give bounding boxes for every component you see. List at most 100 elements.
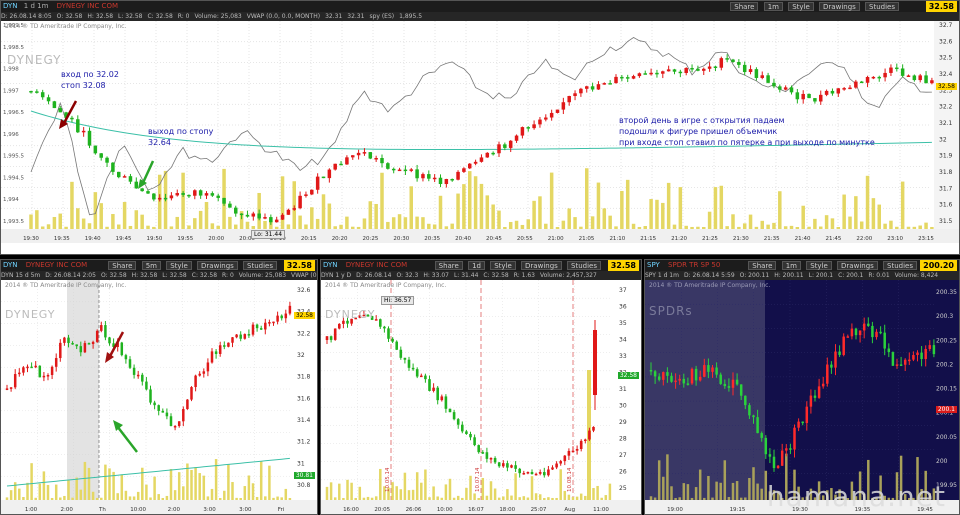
candle-body — [649, 370, 653, 372]
candle-body — [653, 371, 657, 377]
volume-bar — [684, 225, 688, 229]
p2-share-button[interactable]: Share — [434, 261, 463, 270]
event-date-label: 10.07.14 — [475, 467, 481, 492]
volume-bar — [538, 494, 542, 500]
time-tick-label: 21:40 — [795, 236, 811, 242]
p2-symbol[interactable]: DYN — [323, 260, 338, 271]
candle-body — [409, 169, 413, 171]
candle-body — [485, 152, 490, 158]
price-tick-label: 200.05 — [936, 434, 957, 441]
candle-body — [440, 396, 444, 401]
volume-bar — [64, 226, 68, 229]
volume-bar — [508, 221, 513, 229]
volume-bar — [465, 487, 468, 500]
candle-body — [538, 119, 542, 125]
p3-watermark: SPDRs — [649, 304, 693, 318]
volume-bar — [783, 226, 788, 229]
volume-bar — [122, 201, 127, 229]
volume-bar — [579, 493, 583, 500]
info-field: O: 32.58 — [56, 13, 83, 20]
candle-body — [128, 359, 132, 368]
p1-interval-button[interactable]: 5m — [141, 261, 161, 270]
p2-interval-button[interactable]: 1d — [468, 261, 485, 270]
info-field: DYN 1 y D — [321, 272, 352, 279]
candle-body — [725, 58, 729, 60]
index-tick-label: 1,995.5 — [3, 154, 24, 160]
p3-drawings-button[interactable]: Drawings — [837, 261, 878, 270]
share-button[interactable]: Share — [730, 2, 759, 11]
p3-interval-button[interactable]: 1m — [781, 261, 801, 270]
candle-body — [920, 352, 923, 360]
main-toolbar: DYN 1 d 1m DYNEGY INC COM Share 1m Style… — [1, 1, 959, 12]
price-tick-label: 31 — [297, 460, 305, 467]
p1-share-button[interactable]: Share — [108, 261, 137, 270]
time-tick-label: Th — [98, 507, 106, 513]
time-tick-label: 18:00 — [499, 507, 515, 513]
volume-bar — [461, 497, 464, 500]
candle-body — [136, 374, 140, 377]
price-tick-label: 31.7 — [939, 185, 953, 192]
volume-bar — [602, 208, 607, 229]
candle-body — [900, 68, 905, 76]
volume-bar — [354, 497, 357, 500]
info-field: C: 32.58 — [483, 272, 509, 279]
candle-body — [817, 386, 821, 398]
style-button[interactable]: Style — [788, 2, 814, 11]
volume-bar — [35, 210, 39, 229]
volume-bar — [288, 497, 292, 500]
candle-body — [766, 75, 770, 83]
candle-body — [760, 75, 764, 78]
candle-body — [789, 87, 794, 93]
candle-body — [87, 130, 92, 146]
volume-bar — [286, 224, 291, 229]
candle-body — [544, 117, 548, 120]
p2-studies-button[interactable]: Studies — [567, 261, 601, 270]
info-field: H: 33.07 — [423, 272, 449, 279]
candle-body — [834, 351, 837, 368]
p1-green-tag: 30.81 — [293, 472, 315, 479]
candle-body — [503, 144, 507, 148]
volume-bar — [194, 467, 197, 500]
volume-bar — [91, 491, 95, 500]
p3-studies-button[interactable]: Studies — [883, 261, 917, 270]
p2-drawings-button[interactable]: Drawings — [521, 261, 562, 270]
p1-style-button[interactable]: Style — [166, 261, 192, 270]
volume-bar — [304, 224, 308, 229]
p3-style-button[interactable]: Style — [806, 261, 832, 270]
candle-body — [411, 367, 415, 370]
p1-studies-button[interactable]: Studies — [243, 261, 277, 270]
volume-bar — [403, 217, 408, 229]
volume-bar — [124, 490, 128, 500]
volume-bar — [339, 224, 343, 229]
volume-bar — [807, 226, 811, 229]
candle-body — [245, 214, 250, 217]
candle-body — [754, 69, 759, 78]
volume-bar — [216, 225, 220, 229]
interval-button[interactable]: 1m — [763, 2, 783, 11]
p1-symbol[interactable]: DYN — [3, 260, 18, 271]
candle-body — [228, 203, 232, 208]
time-tick-label: 19:15 — [730, 507, 746, 513]
volume-bar — [111, 214, 115, 229]
symbol-selector[interactable]: DYN — [3, 1, 18, 12]
p3-share-button[interactable]: Share — [748, 261, 777, 270]
price-tick-label: 25 — [619, 485, 627, 492]
volume-bar — [358, 486, 362, 500]
time-tick-label: 16:07 — [468, 507, 484, 513]
volume-bar — [924, 222, 928, 229]
candle-body — [678, 71, 683, 74]
p3-symbol[interactable]: SPY — [647, 260, 660, 271]
candle-body — [737, 61, 741, 65]
studies-button[interactable]: Studies — [865, 2, 899, 11]
price-tick-label: 31.8 — [939, 169, 953, 176]
volume-bar — [22, 496, 25, 500]
exit-note: выход по стопу 32.64 — [148, 126, 213, 148]
volume-bar — [567, 494, 571, 500]
p1-drawings-button[interactable]: Drawings — [197, 261, 238, 270]
main-chart-panel: DYN 1 d 1m DYNEGY INC COM Share 1m Style… — [0, 0, 960, 255]
aggregation-label[interactable]: 1 d 1m — [24, 1, 49, 12]
volume-bar — [284, 488, 288, 500]
info-field: spy (ES) — [369, 13, 395, 20]
p2-style-button[interactable]: Style — [490, 261, 516, 270]
drawings-button[interactable]: Drawings — [819, 2, 860, 11]
